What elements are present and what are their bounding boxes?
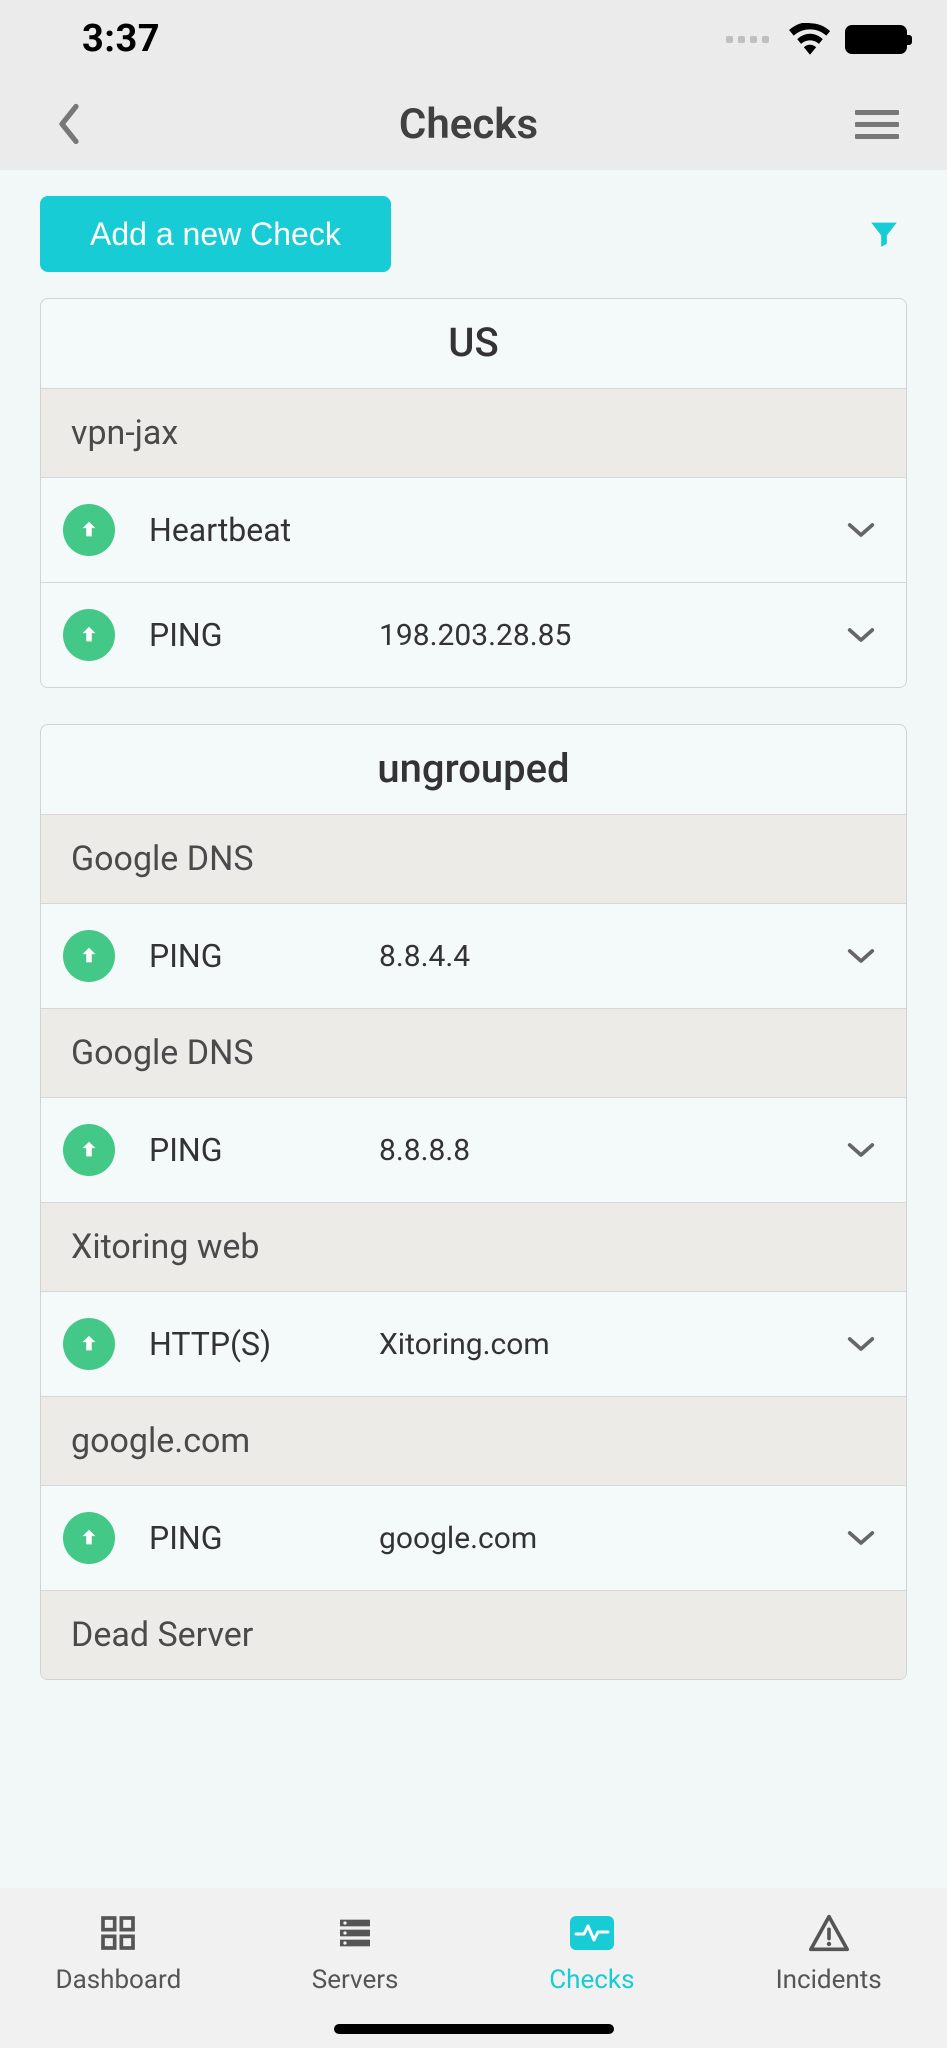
filter-icon[interactable] bbox=[867, 216, 907, 252]
check-target: Xitoring.com bbox=[379, 1327, 846, 1362]
group-title: ungrouped bbox=[41, 725, 906, 814]
subgroup-header[interactable]: google.com bbox=[41, 1396, 906, 1485]
status-up-icon bbox=[63, 1318, 115, 1370]
tab-label: Incidents bbox=[776, 1965, 882, 1995]
check-type: PING bbox=[149, 616, 379, 654]
incidents-icon bbox=[807, 1911, 851, 1955]
subgroup-header[interactable]: Google DNS bbox=[41, 814, 906, 903]
status-time: 3:37 bbox=[82, 17, 160, 61]
wifi-icon bbox=[789, 23, 831, 55]
chevron-down-icon[interactable] bbox=[846, 1140, 876, 1160]
battery-icon bbox=[845, 25, 907, 54]
status-up-icon bbox=[63, 1124, 115, 1176]
subgroup-header[interactable]: Xitoring web bbox=[41, 1202, 906, 1291]
status-icons bbox=[726, 23, 907, 55]
tab-label: Servers bbox=[312, 1965, 399, 1995]
servers-icon bbox=[335, 1911, 375, 1955]
dashboard-icon bbox=[98, 1911, 138, 1955]
check-target: 8.8.4.4 bbox=[379, 939, 846, 974]
menu-button[interactable] bbox=[855, 110, 899, 139]
chevron-down-icon[interactable] bbox=[846, 520, 876, 540]
tab-dashboard[interactable]: Dashboard bbox=[0, 1888, 237, 2018]
group-card: ungrouped Google DNS PING 8.8.4.4 Google… bbox=[40, 724, 907, 1680]
status-up-icon bbox=[63, 930, 115, 982]
check-row[interactable]: PING 8.8.4.4 bbox=[41, 903, 906, 1008]
home-indicator[interactable] bbox=[334, 2024, 614, 2034]
tab-label: Dashboard bbox=[56, 1965, 182, 1995]
check-target: google.com bbox=[379, 1521, 846, 1556]
check-row[interactable]: PING 198.203.28.85 bbox=[41, 582, 906, 687]
page-title: Checks bbox=[399, 100, 538, 149]
check-type: PING bbox=[149, 937, 379, 975]
add-check-button[interactable]: Add a new Check bbox=[40, 196, 391, 272]
check-type: PING bbox=[149, 1519, 379, 1557]
chevron-down-icon[interactable] bbox=[846, 1528, 876, 1548]
status-up-icon bbox=[63, 1512, 115, 1564]
check-row[interactable]: PING google.com bbox=[41, 1485, 906, 1590]
check-target: 8.8.8.8 bbox=[379, 1133, 846, 1168]
check-row[interactable]: PING 8.8.8.8 bbox=[41, 1097, 906, 1202]
status-up-icon bbox=[63, 504, 115, 556]
status-up-icon bbox=[63, 609, 115, 661]
cell-signal-icon bbox=[726, 36, 769, 43]
group-title: US bbox=[41, 299, 906, 388]
tab-incidents[interactable]: Incidents bbox=[710, 1888, 947, 2018]
back-button[interactable] bbox=[56, 103, 82, 145]
tab-label: Checks bbox=[549, 1965, 634, 1995]
check-row[interactable]: HTTP(S) Xitoring.com bbox=[41, 1291, 906, 1396]
check-type: PING bbox=[149, 1131, 379, 1169]
tab-checks[interactable]: Checks bbox=[474, 1888, 711, 2018]
check-row[interactable]: Heartbeat bbox=[41, 477, 906, 582]
check-target: 198.203.28.85 bbox=[379, 618, 846, 653]
content-area: Add a new Check US vpn-jax Heartbeat PIN… bbox=[0, 170, 947, 1888]
checks-icon bbox=[570, 1911, 614, 1955]
subgroup-header[interactable]: Google DNS bbox=[41, 1008, 906, 1097]
chevron-down-icon[interactable] bbox=[846, 1334, 876, 1354]
subgroup-header[interactable]: vpn-jax bbox=[41, 388, 906, 477]
chevron-down-icon[interactable] bbox=[846, 946, 876, 966]
nav-header: Checks bbox=[0, 78, 947, 170]
status-bar: 3:37 bbox=[0, 0, 947, 78]
subgroup-header[interactable]: Dead Server bbox=[41, 1590, 906, 1679]
tab-servers[interactable]: Servers bbox=[237, 1888, 474, 2018]
check-type: Heartbeat bbox=[149, 511, 379, 549]
group-card: US vpn-jax Heartbeat PING 198.203.28.85 bbox=[40, 298, 907, 688]
check-type: HTTP(S) bbox=[149, 1325, 379, 1363]
top-actions: Add a new Check bbox=[40, 196, 907, 272]
chevron-down-icon[interactable] bbox=[846, 625, 876, 645]
